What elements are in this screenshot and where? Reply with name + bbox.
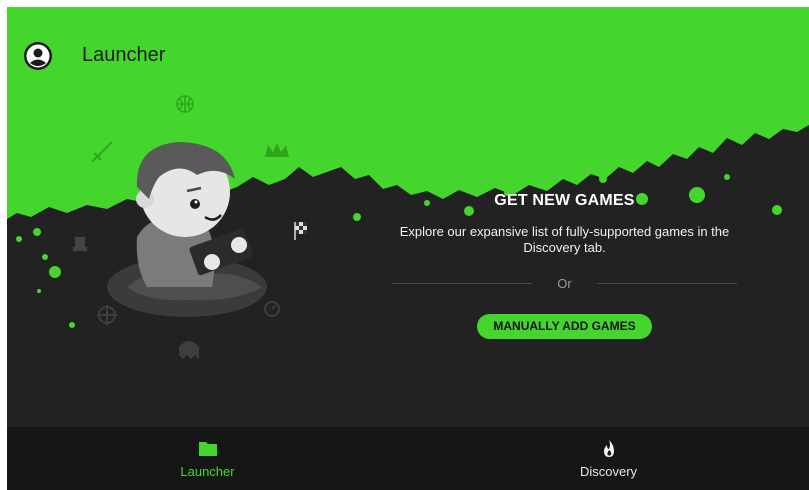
- empty-state-panel: GET NEW GAMES Explore our expansive list…: [392, 192, 737, 339]
- divider-line-right: [597, 283, 737, 284]
- nav-label-discovery: Discovery: [579, 464, 638, 479]
- crown-icon: [265, 143, 289, 157]
- gamer-kid-illustration: [73, 95, 307, 359]
- flame-icon: [603, 440, 614, 457]
- basketball-icon: [176, 95, 194, 113]
- manually-add-games-button[interactable]: MANUALLY ADD GAMES: [477, 314, 652, 339]
- page-title: Launcher: [82, 44, 166, 66]
- or-divider: Or: [392, 276, 737, 292]
- empty-state-description: Explore our expansive list of fully-supp…: [399, 224, 730, 255]
- nav-label-launcher: Launcher: [180, 464, 235, 479]
- bottom-navigation: Launcher Discovery: [7, 427, 809, 490]
- empty-state-heading: GET NEW GAMES: [494, 192, 635, 209]
- launcher-window: Launcher GET NEW GAMES Explore our expan…: [7, 7, 809, 490]
- checkered-flag-icon: [294, 222, 307, 240]
- stopwatch-icon: [264, 301, 280, 317]
- sword-icon: [91, 141, 113, 163]
- crosshair-icon: [97, 305, 117, 325]
- chess-piece-icon: [73, 237, 87, 251]
- nav-item-discovery[interactable]: Discovery: [408, 427, 809, 490]
- nav-item-launcher[interactable]: Launcher: [7, 427, 408, 490]
- user-avatar-icon[interactable]: [23, 41, 53, 71]
- ghost-icon: [179, 341, 199, 359]
- folder-icon: [198, 442, 217, 456]
